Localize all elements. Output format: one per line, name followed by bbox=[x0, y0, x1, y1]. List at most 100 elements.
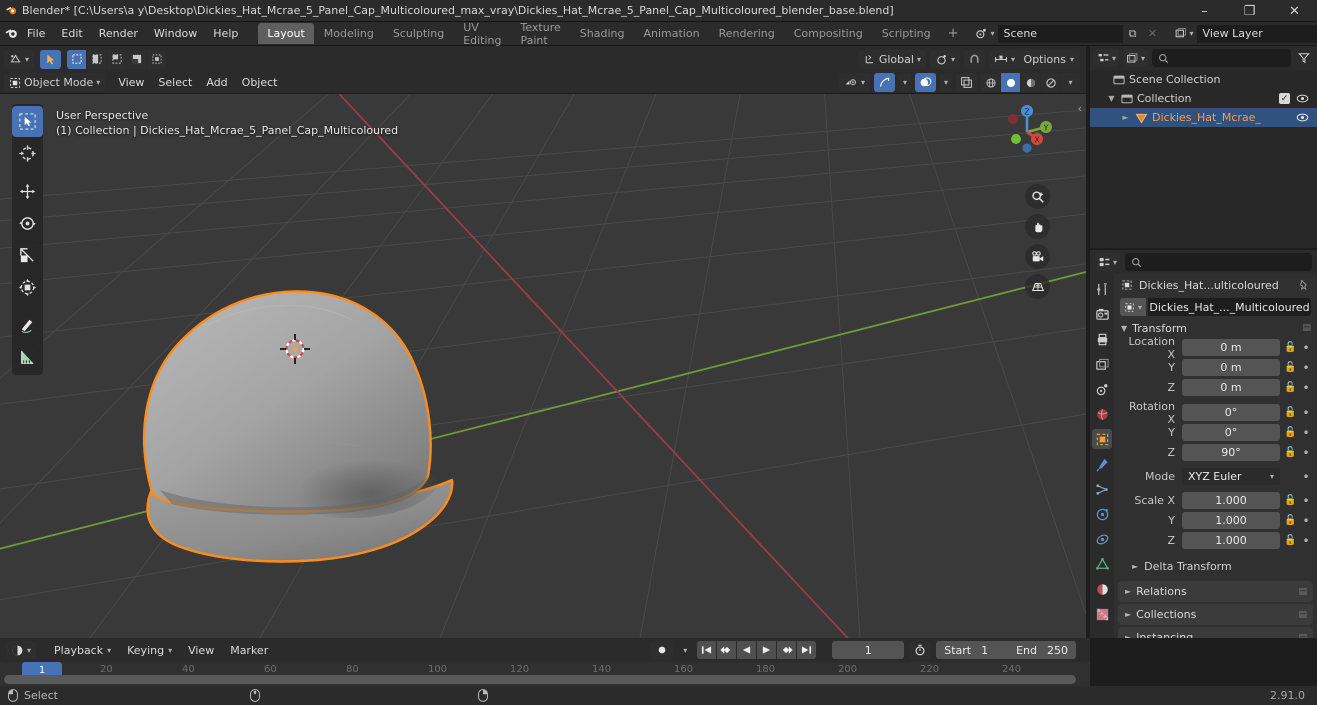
scale-x-field[interactable]: 1.000 bbox=[1182, 492, 1280, 509]
menu-window[interactable]: Window bbox=[146, 24, 205, 43]
lock-icon[interactable]: 🔓 bbox=[1284, 362, 1297, 373]
snap-magnet-button[interactable] bbox=[963, 49, 985, 69]
menu-file[interactable]: File bbox=[19, 24, 53, 43]
viewlayer-browse-button[interactable]: ▾ bbox=[1170, 24, 1197, 43]
animate-dot-icon[interactable]: • bbox=[1301, 515, 1311, 527]
eye-icon[interactable] bbox=[1296, 93, 1309, 104]
viewport-menu-add[interactable]: Add bbox=[199, 74, 234, 91]
constraints-tab[interactable] bbox=[1092, 529, 1112, 549]
menu-edit[interactable]: Edit bbox=[53, 24, 90, 43]
select-set-button[interactable] bbox=[67, 49, 87, 69]
scene-new-button[interactable]: ⧉ bbox=[1122, 24, 1143, 43]
scene-name-field[interactable]: Scene bbox=[997, 24, 1123, 43]
animate-dot-icon[interactable]: • bbox=[1301, 447, 1311, 459]
texture-tab[interactable] bbox=[1092, 604, 1112, 624]
outliner-editor-type-button[interactable]: ▾ bbox=[1094, 49, 1120, 67]
prev-keyframe-icon[interactable] bbox=[717, 641, 737, 659]
timeline-track[interactable]: 20 40 60 80 100 120 140 160 180 200 220 … bbox=[0, 662, 1090, 686]
cursor-tool[interactable] bbox=[12, 138, 43, 169]
menu-render[interactable]: Render bbox=[91, 24, 146, 43]
scene-unlink-button[interactable]: ✕ bbox=[1142, 24, 1163, 43]
rotate-tool[interactable] bbox=[12, 208, 43, 239]
expand-triangle-icon[interactable]: ► bbox=[1120, 113, 1131, 122]
scene-tab[interactable] bbox=[1092, 379, 1112, 399]
outliner-row-scene-collection[interactable]: Scene Collection bbox=[1090, 70, 1317, 89]
gizmo-toggle-button[interactable] bbox=[873, 73, 895, 92]
viewport-options-button[interactable]: Options ▾ bbox=[1017, 50, 1080, 69]
timeline-editor[interactable]: ▾ Playback ▾ Keying ▾ View Marker ▾ 1 St… bbox=[0, 638, 1090, 686]
auto-keying-settings-button[interactable]: ▾ bbox=[678, 641, 692, 659]
shading-settings-button[interactable]: ▾ bbox=[1061, 73, 1080, 92]
solid-shading-button[interactable] bbox=[1001, 73, 1020, 92]
select-intersect-button[interactable] bbox=[147, 49, 167, 69]
location-y-field[interactable]: 0 m bbox=[1182, 359, 1280, 376]
select-invert-button[interactable] bbox=[127, 49, 147, 69]
properties-editor-type-button[interactable]: ▾ bbox=[1095, 253, 1121, 271]
jump-end-icon[interactable] bbox=[797, 641, 817, 659]
timeline-editor-type-button[interactable]: ▾ bbox=[6, 641, 37, 659]
lock-icon[interactable]: 🔓 bbox=[1284, 382, 1297, 393]
tab-layout[interactable]: Layout bbox=[258, 23, 314, 44]
maximize-button[interactable]: ❐ bbox=[1227, 0, 1272, 22]
viewlayer-name-field[interactable]: View Layer bbox=[1196, 24, 1317, 43]
animate-dot-icon[interactable]: • bbox=[1301, 427, 1311, 439]
minimize-button[interactable]: – bbox=[1182, 0, 1227, 22]
zoom-icon[interactable] bbox=[1025, 184, 1050, 209]
lock-icon[interactable]: 🔓 bbox=[1284, 495, 1297, 506]
select-subtract-button[interactable] bbox=[107, 49, 127, 69]
select-box-tool[interactable] bbox=[12, 106, 43, 137]
properties-search-input[interactable] bbox=[1125, 253, 1312, 271]
object-mode-dropdown[interactable]: Object Mode ▾ bbox=[4, 73, 106, 92]
select-extend-button[interactable] bbox=[87, 49, 107, 69]
lock-icon[interactable]: 🔓 bbox=[1284, 427, 1297, 438]
tab-shading[interactable]: Shading bbox=[571, 23, 634, 44]
xray-toggle-button[interactable] bbox=[956, 73, 977, 92]
tab-compositing[interactable]: Compositing bbox=[785, 23, 872, 44]
render-tab[interactable] bbox=[1092, 304, 1112, 324]
blender-menu-icon[interactable] bbox=[4, 22, 19, 46]
properties-editor[interactable]: ▾ Dickies_Hat...ulticoloured ▾ Dickies_H… bbox=[1090, 250, 1317, 638]
pin-icon[interactable] bbox=[1298, 279, 1310, 291]
current-frame-field[interactable]: 1 bbox=[832, 641, 905, 659]
end-frame-value[interactable]: 250 bbox=[1047, 644, 1068, 657]
gizmo-settings-button[interactable]: ▾ bbox=[898, 73, 911, 92]
close-button[interactable]: ✕ bbox=[1272, 0, 1317, 22]
overlays-settings-button[interactable]: ▾ bbox=[939, 73, 952, 92]
output-tab[interactable] bbox=[1092, 329, 1112, 349]
object-browse-button[interactable]: ▾ bbox=[1120, 298, 1147, 316]
timeline-menu-keying[interactable]: Keying ▾ bbox=[121, 642, 178, 659]
overlays-toggle-button[interactable] bbox=[914, 73, 936, 92]
lock-icon[interactable]: 🔓 bbox=[1284, 447, 1297, 458]
eye-icon[interactable] bbox=[1296, 112, 1309, 123]
tab-scripting[interactable]: Scripting bbox=[873, 23, 940, 44]
particles-tab[interactable] bbox=[1092, 479, 1112, 499]
measure-tool[interactable] bbox=[12, 342, 43, 373]
scene-browse-button[interactable]: ▾ bbox=[971, 24, 998, 43]
lock-icon[interactable]: 🔓 bbox=[1284, 407, 1297, 418]
collections-panel-header[interactable]: ► Collections ▤ bbox=[1118, 604, 1313, 625]
pan-icon[interactable] bbox=[1025, 214, 1050, 239]
animate-dot-icon[interactable]: • bbox=[1301, 342, 1311, 354]
scale-y-field[interactable]: 1.000 bbox=[1182, 512, 1280, 529]
editor-type-button[interactable]: ▾ bbox=[4, 49, 35, 69]
location-z-field[interactable]: 0 m bbox=[1182, 379, 1280, 396]
animate-dot-icon[interactable]: • bbox=[1301, 362, 1311, 374]
outliner-display-mode-button[interactable]: ▾ bbox=[1123, 49, 1149, 67]
navigation-gizmo[interactable]: Z Y X bbox=[996, 101, 1058, 163]
tab-rendering[interactable]: Rendering bbox=[710, 23, 784, 44]
outliner-filter-button[interactable] bbox=[1295, 49, 1313, 67]
animate-dot-icon[interactable]: • bbox=[1301, 535, 1311, 547]
auto-keying-button[interactable] bbox=[651, 641, 674, 659]
material-preview-button[interactable] bbox=[1021, 73, 1040, 92]
snap-settings-button[interactable]: ▾ bbox=[988, 49, 1020, 69]
transform-orientation-button[interactable]: Global ▾ bbox=[858, 49, 926, 69]
wireframe-shading-button[interactable] bbox=[981, 73, 1000, 92]
delta-transform-subpanel[interactable]: ► Delta Transform bbox=[1114, 556, 1317, 576]
physics-tab[interactable] bbox=[1092, 504, 1112, 524]
object-name-field[interactable]: Dickies_Hat_..._Multicoloured bbox=[1148, 298, 1311, 316]
play-reverse-icon[interactable] bbox=[737, 641, 757, 659]
viewport-menu-object[interactable]: Object bbox=[235, 74, 285, 91]
collection-exclude-checkbox[interactable]: ✓ bbox=[1279, 93, 1290, 104]
outliner-search-input[interactable] bbox=[1152, 49, 1291, 67]
start-frame-value[interactable]: 1 bbox=[981, 644, 988, 657]
